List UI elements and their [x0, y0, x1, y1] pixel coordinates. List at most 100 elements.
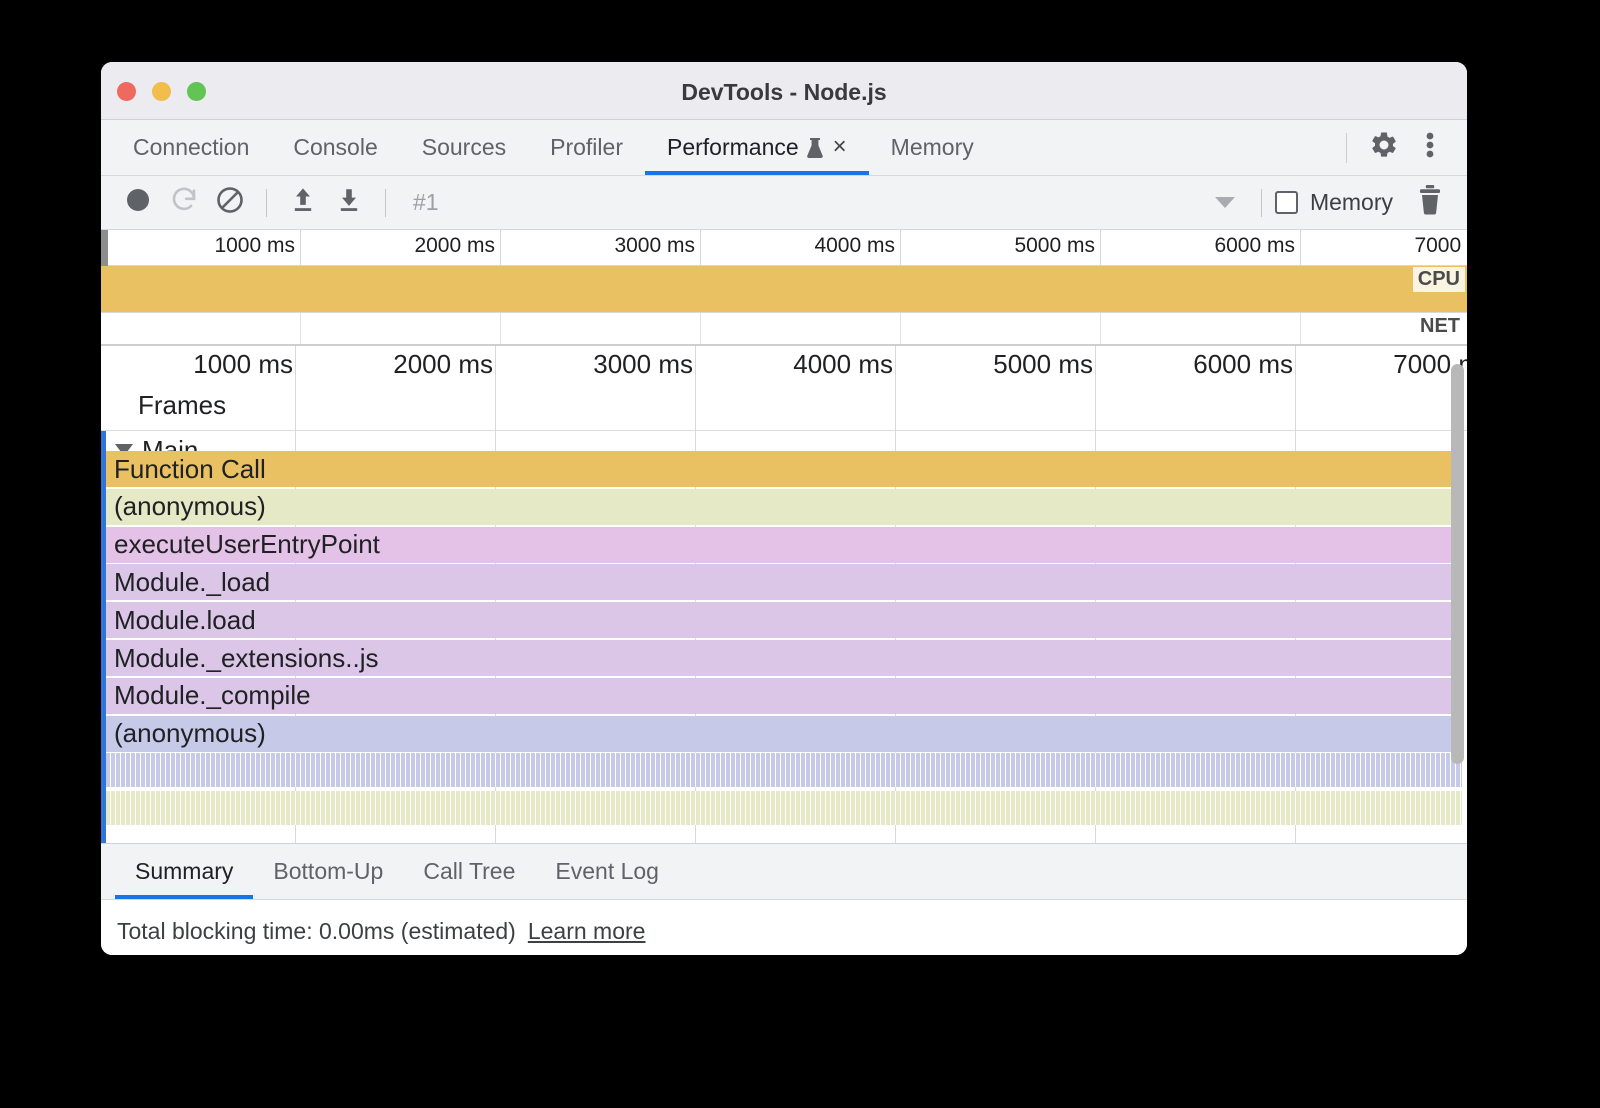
tab-performance[interactable]: Performance ×: [645, 120, 869, 175]
tab-bottom-up[interactable]: Bottom-Up: [253, 844, 403, 899]
run-dropdown-button[interactable]: [1202, 180, 1248, 226]
tab-call-tree[interactable]: Call Tree: [403, 844, 535, 899]
tab-label: Performance: [667, 134, 799, 161]
tab-label: Console: [293, 134, 377, 161]
reload-icon: [169, 185, 199, 220]
flamechart-bar-label: (anonymous): [106, 491, 266, 522]
flamechart-scrollbar[interactable]: [1451, 364, 1464, 764]
reload-and-record-button[interactable]: [161, 180, 207, 226]
save-profile-button[interactable]: [326, 180, 372, 226]
tab-event-log[interactable]: Event Log: [535, 844, 679, 899]
tab-label: Bottom-Up: [273, 858, 383, 885]
toolbar-right-group: Memory: [1202, 180, 1453, 226]
flamechart-bar-label: Module.load: [106, 605, 256, 636]
memory-checkbox-label[interactable]: Memory: [1310, 189, 1393, 216]
delete-recording-button[interactable]: [1407, 180, 1453, 226]
overview-tick: 7000 ms: [1301, 230, 1467, 265]
overview-tick: 4000 ms: [701, 230, 901, 265]
chevron-down-icon: [1215, 197, 1235, 208]
flamechart-bar[interactable]: (anonymous): [106, 716, 1462, 752]
tab-label: Call Tree: [423, 858, 515, 885]
load-profile-button[interactable]: [280, 180, 326, 226]
overview-tick-label: 2000 ms: [414, 234, 495, 258]
flamechart-bar-label: Module._load: [106, 567, 270, 598]
memory-checkbox[interactable]: [1275, 191, 1298, 214]
tab-connection[interactable]: Connection: [111, 120, 271, 175]
total-blocking-time: Total blocking time: 0.00ms (estimated): [117, 918, 516, 945]
run-selector[interactable]: #1: [413, 189, 439, 216]
tab-memory[interactable]: Memory: [869, 120, 996, 175]
performance-toolbar: #1 Memory: [101, 176, 1467, 230]
tab-label: Sources: [422, 134, 506, 161]
tab-sources[interactable]: Sources: [400, 120, 528, 175]
flamechart-bar[interactable]: Module._extensions..js: [106, 640, 1462, 676]
flamechart-bar[interactable]: (anonymous): [106, 489, 1462, 525]
flamechart-bar[interactable]: executeUserEntryPoint: [106, 527, 1462, 563]
flamechart-bar-label: Function Call: [106, 454, 266, 485]
window-titlebar: DevTools - Node.js: [101, 62, 1467, 120]
window-title: DevTools - Node.js: [101, 79, 1467, 106]
net-gridline: [301, 313, 501, 344]
overview-ruler[interactable]: 1000 ms2000 ms3000 ms4000 ms5000 ms6000 …: [101, 230, 1467, 266]
kebab-menu-icon: [1426, 130, 1434, 165]
summary-statusbar: Total blocking time: 0.00ms (estimated) …: [101, 900, 1467, 955]
tab-console[interactable]: Console: [271, 120, 399, 175]
tab-summary[interactable]: Summary: [115, 844, 253, 899]
net-gridline: [501, 313, 701, 344]
flamechart-bar[interactable]: Module.load: [106, 602, 1462, 638]
divider: [1346, 133, 1347, 163]
net-gridline: [701, 313, 901, 344]
tab-label: Event Log: [555, 858, 659, 885]
overview-tick: 6000 ms: [1101, 230, 1301, 265]
flamechart-bar-group[interactable]: [106, 791, 1462, 825]
flamechart-bar-label: (anonymous): [106, 718, 266, 749]
frames-track-label: Frames: [138, 390, 226, 421]
record-icon: [124, 186, 152, 219]
overview-tick-label: 4000 ms: [814, 234, 895, 258]
timeline-tick-label: 2000 ms: [393, 349, 493, 380]
details-tabbar: Summary Bottom-Up Call Tree Event Log: [101, 843, 1467, 900]
flamechart-bar[interactable]: Module._load: [106, 564, 1462, 600]
main-track-accent: [101, 431, 106, 451]
overview-window-handle-left[interactable]: [101, 230, 108, 266]
frames-track[interactable]: Frames: [101, 388, 1467, 430]
flamechart-bar[interactable]: Function Call: [106, 451, 1462, 487]
overview-tick: 1000 ms: [101, 230, 301, 265]
flamechart-ruler[interactable]: 1000 ms2000 ms3000 ms4000 ms5000 ms6000 …: [101, 346, 1467, 388]
flamechart-bar-label: Module._extensions..js: [106, 643, 378, 674]
tab-label: Summary: [135, 858, 233, 885]
more-options-button[interactable]: [1407, 125, 1453, 171]
close-icon[interactable]: ×: [833, 135, 847, 159]
flamechart-bar-group[interactable]: [106, 753, 1462, 787]
overview-network-track: NET: [101, 313, 1467, 346]
settings-button[interactable]: [1361, 125, 1407, 171]
overview-tick-label: 1000 ms: [214, 234, 295, 258]
tab-label: Connection: [133, 134, 249, 161]
clear-icon: [215, 185, 245, 220]
timeline-tick-label: 3000 ms: [593, 349, 693, 380]
divider: [1261, 189, 1262, 217]
flask-icon: [807, 137, 823, 159]
timeline-overview[interactable]: 1000 ms2000 ms3000 ms4000 ms5000 ms6000 …: [101, 230, 1467, 346]
tab-profiler[interactable]: Profiler: [528, 120, 645, 175]
net-gridline: [901, 313, 1101, 344]
flamechart-pane[interactable]: 1000 ms2000 ms3000 ms4000 ms5000 ms6000 …: [101, 346, 1467, 843]
overview-tick-label: 6000 ms: [1214, 234, 1295, 258]
flamechart-bar-label: executeUserEntryPoint: [106, 529, 380, 560]
gear-icon: [1369, 130, 1399, 165]
tab-label: Memory: [891, 134, 974, 161]
overview-tick: 2000 ms: [301, 230, 501, 265]
overview-tick-label: 3000 ms: [614, 234, 695, 258]
divider: [385, 189, 386, 217]
devtools-window: DevTools - Node.js Connection Console So…: [101, 62, 1467, 955]
record-button[interactable]: [115, 180, 161, 226]
divider: [266, 189, 267, 217]
flamechart-bar-label: Module._compile: [106, 680, 311, 711]
timeline-tick-label: 1000 ms: [193, 349, 293, 380]
cpu-track-label: CPU: [1413, 267, 1465, 292]
overview-cpu-track: CPU: [101, 266, 1467, 313]
clear-button[interactable]: [207, 180, 253, 226]
learn-more-link[interactable]: Learn more: [528, 918, 646, 945]
flamechart-bar[interactable]: Module._compile: [106, 678, 1462, 714]
net-track-label: NET: [1415, 314, 1465, 339]
